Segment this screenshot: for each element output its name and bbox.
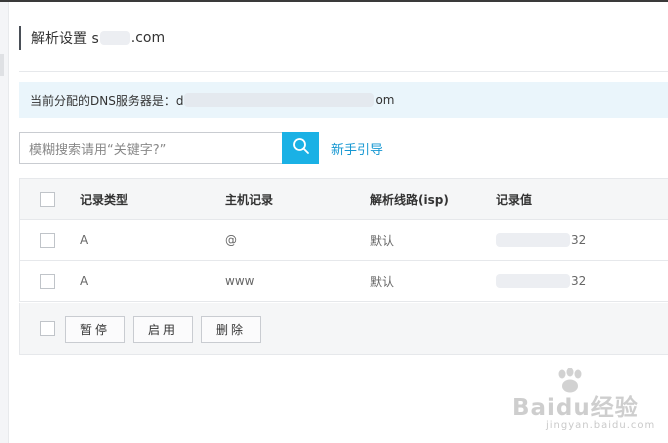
- record-value: 32: [496, 220, 586, 260]
- table-row: A @ 默认 32: [19, 220, 668, 261]
- window-top-bar: [0, 0, 668, 2]
- page-title: 解析设置 s .com: [19, 26, 165, 50]
- row-select-cell: [40, 220, 55, 260]
- notice-suffix: om: [375, 93, 395, 107]
- redacted-ip: [496, 233, 570, 247]
- delete-button[interactable]: 删除: [201, 316, 261, 343]
- sidebar-marker: [0, 54, 4, 76]
- search-input[interactable]: 模糊搜索请用“关键字?”: [19, 132, 282, 164]
- page-title-prefix: 解析设置 s: [31, 31, 99, 47]
- table-header: 记录类型 主机记录 解析线路(isp) 记录值: [19, 178, 668, 220]
- header-record-type: 记录类型: [80, 192, 129, 207]
- left-sidebar-strip: [0, 2, 9, 443]
- search-button[interactable]: [282, 132, 319, 164]
- enable-button[interactable]: 启用: [133, 316, 193, 343]
- row-checkbox[interactable]: [40, 232, 55, 248]
- header-resolution-line: 解析线路(isp): [370, 192, 449, 207]
- row-checkbox[interactable]: [40, 273, 55, 289]
- header-divider: [19, 71, 668, 72]
- page-title-suffix: .com: [130, 30, 166, 46]
- select-all-cell: [40, 179, 55, 219]
- pause-button[interactable]: 暂停: [65, 316, 125, 343]
- watermark-logo-text: Baidu经验: [512, 395, 639, 421]
- row-select-cell: [40, 261, 55, 301]
- beginner-guide-link[interactable]: 新手引导: [331, 139, 383, 158]
- baidu-jingyan-watermark: Baidu经验 jingyan.baidu.com: [512, 367, 668, 443]
- record-value: 32: [496, 261, 586, 301]
- header-host-record: 主机记录: [225, 192, 274, 207]
- redacted-domain: [99, 31, 130, 45]
- redacted-dns-server: [184, 93, 375, 107]
- search-placeholder: 模糊搜索请用“关键字?”: [29, 142, 167, 158]
- select-all-checkbox[interactable]: [40, 191, 55, 207]
- redacted-ip: [496, 274, 570, 288]
- table-row: A www 默认 32: [19, 261, 668, 302]
- record-type: A: [80, 233, 89, 247]
- dns-records-table: 记录类型 主机记录 解析线路(isp) 记录值 A @ 默认 32 A www …: [19, 178, 668, 302]
- table-actions-bar: 暂停 启用 删除: [19, 303, 668, 355]
- watermark-url: jingyan.baidu.com: [546, 420, 656, 431]
- footer-select-all-checkbox[interactable]: [40, 321, 55, 336]
- host-record: www: [225, 274, 255, 288]
- resolution-line: 默认: [370, 274, 395, 289]
- record-type: A: [80, 274, 89, 288]
- notice-prefix: 当前分配的DNS服务器是：d: [30, 93, 184, 108]
- search-icon: [292, 137, 310, 159]
- dns-server-notice: 当前分配的DNS服务器是：d om: [19, 82, 668, 118]
- header-record-value: 记录值: [496, 192, 533, 207]
- resolution-line: 默认: [370, 233, 395, 248]
- record-value-suffix: 32: [571, 274, 587, 288]
- host-record: @: [225, 233, 237, 247]
- record-value-suffix: 32: [571, 233, 587, 247]
